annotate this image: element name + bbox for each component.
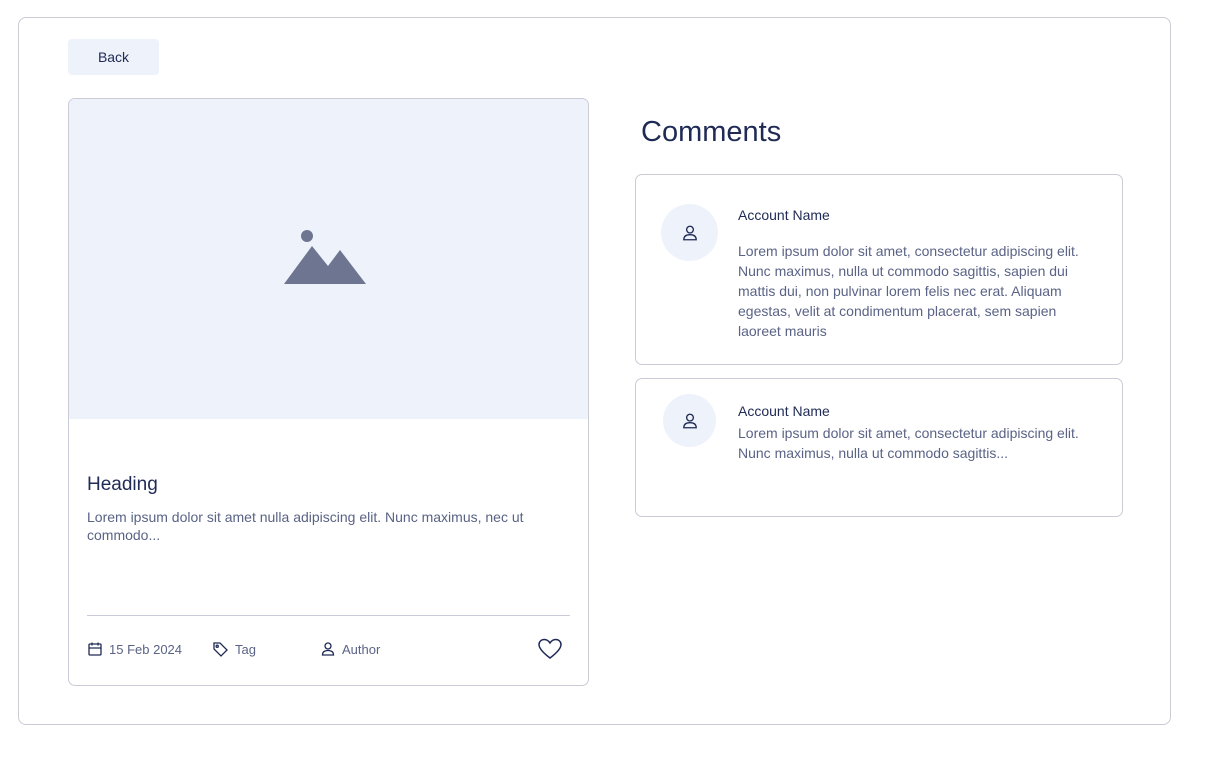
post-tag-label: Tag xyxy=(235,641,256,657)
post-heading: Heading xyxy=(87,474,158,495)
post-date: 15 Feb 2024 xyxy=(87,641,212,657)
comment-card: Account Name Lorem ipsum dolor sit amet,… xyxy=(635,378,1123,517)
comment-content: Account Name Lorem ipsum dolor sit amet,… xyxy=(738,207,1092,341)
comment-account-name: Account Name xyxy=(738,403,830,419)
post-body: Heading Lorem ipsum dolor sit amet nulla… xyxy=(87,474,570,544)
comment-account-name: Account Name xyxy=(738,207,830,223)
image-placeholder-icon xyxy=(283,230,366,284)
comments-title: Comments xyxy=(641,116,782,148)
tag-icon xyxy=(213,641,228,657)
page-frame: Back Heading Lorem ipsum dolor sit amet … xyxy=(18,17,1171,725)
user-icon xyxy=(321,642,335,656)
divider xyxy=(87,615,570,616)
post-author-label: Author xyxy=(342,641,381,657)
post-image xyxy=(69,99,588,419)
calendar-icon xyxy=(88,642,102,656)
comment-card: Account Name Lorem ipsum dolor sit amet,… xyxy=(635,174,1123,365)
avatar xyxy=(661,204,718,261)
comment-text: Lorem ipsum dolor sit amet, consectetur … xyxy=(738,243,1079,339)
post-meta: 15 Feb 2024 Tag Author xyxy=(87,636,570,662)
back-button[interactable]: Back xyxy=(68,39,159,75)
post-date-label: 15 Feb 2024 xyxy=(109,641,183,657)
comment-text: Lorem ipsum dolor sit amet, consectetur … xyxy=(738,425,1079,461)
user-icon xyxy=(682,225,697,240)
comment-content: Account Name Lorem ipsum dolor sit amet,… xyxy=(738,403,1092,463)
post-author[interactable]: Author xyxy=(320,641,536,657)
user-icon xyxy=(682,413,697,428)
like-button[interactable] xyxy=(536,635,564,663)
post-tag[interactable]: Tag xyxy=(212,641,320,658)
avatar xyxy=(663,394,716,447)
heart-icon xyxy=(538,638,562,659)
post-excerpt: Lorem ipsum dolor sit amet nulla adipisc… xyxy=(87,509,524,543)
post-card: Heading Lorem ipsum dolor sit amet nulla… xyxy=(68,98,589,686)
